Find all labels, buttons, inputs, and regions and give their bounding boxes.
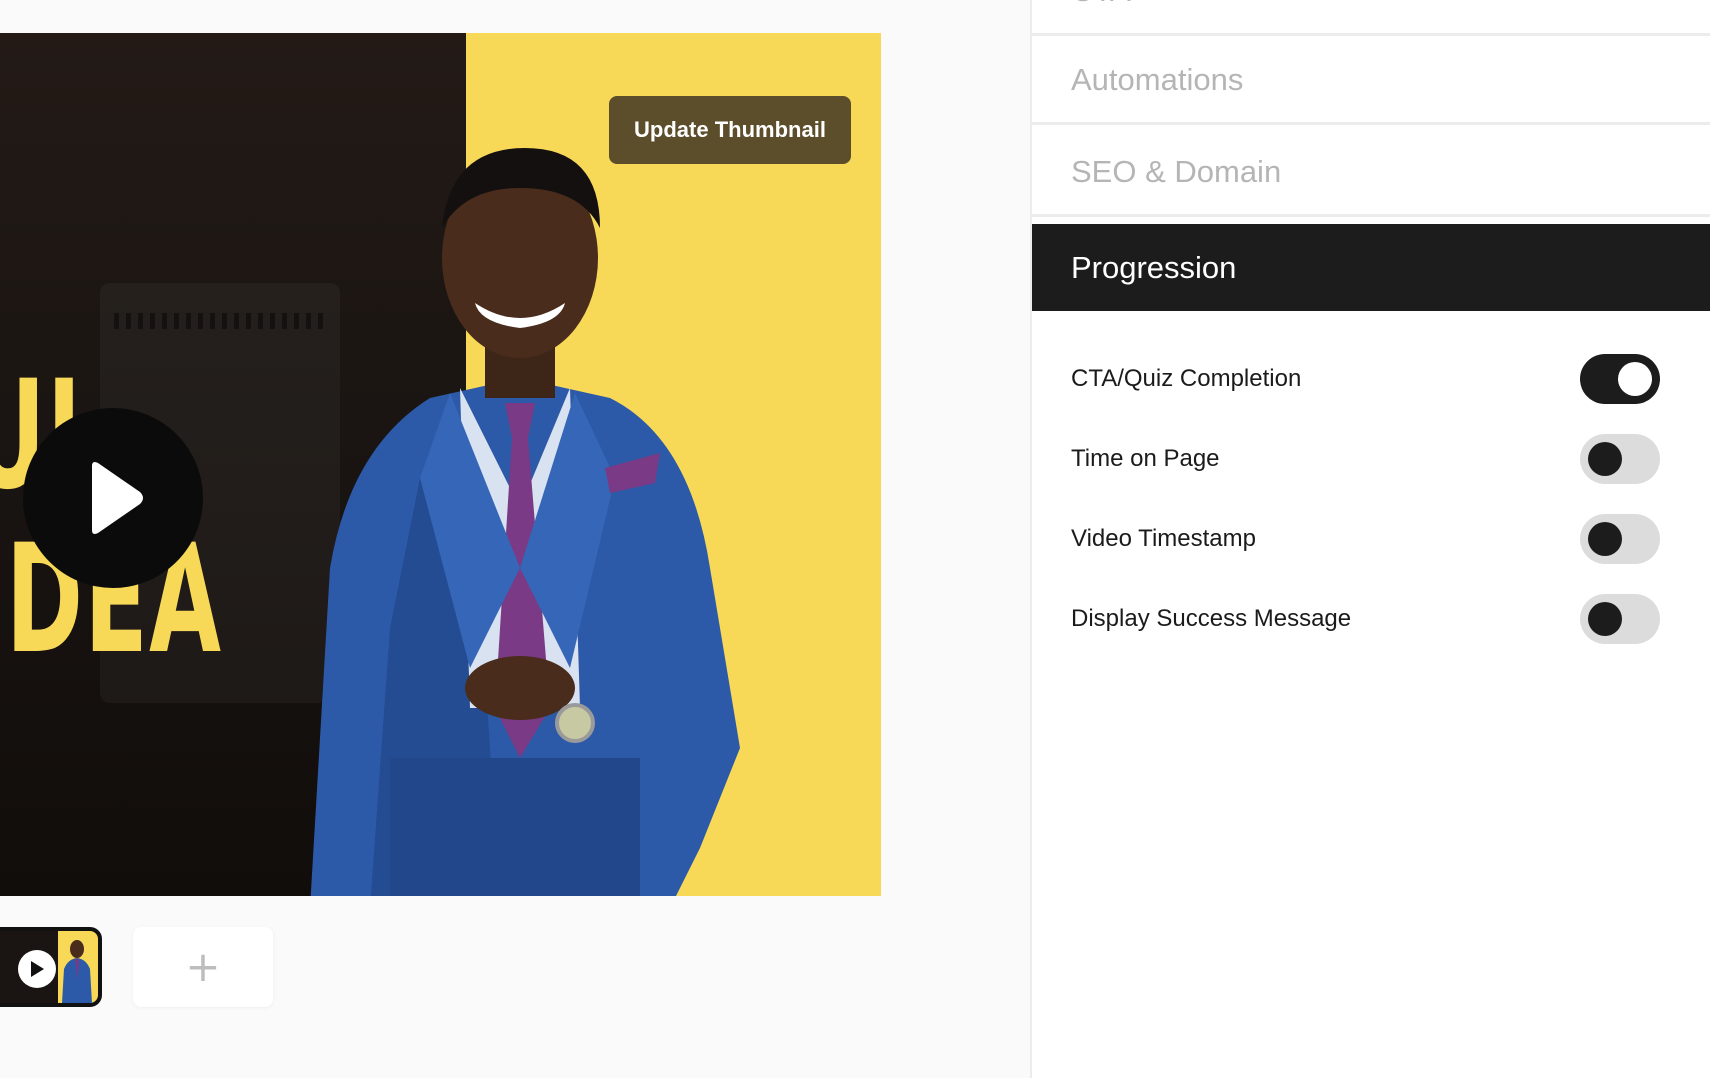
progression-option-success-message: Display Success Message: [1032, 589, 1710, 649]
time-on-page-toggle[interactable]: [1580, 434, 1660, 484]
cta-quiz-completion-toggle[interactable]: [1580, 354, 1660, 404]
settings-panel: CTA Automations SEO & Domain Progression…: [1032, 0, 1710, 1078]
progression-option-video-timestamp: Video Timestamp: [1032, 509, 1710, 569]
presenter-mini-image: [62, 940, 92, 1003]
video-timestamp-toggle[interactable]: [1580, 514, 1660, 564]
accordion-automations[interactable]: Automations: [1032, 37, 1710, 125]
video-thumbnail-item[interactable]: [0, 927, 102, 1007]
presenter-image: [310, 148, 740, 896]
update-thumbnail-button[interactable]: Update Thumbnail: [609, 96, 851, 164]
video-preview-area: UI IDEA: [0, 0, 1030, 1078]
display-success-message-toggle[interactable]: [1580, 594, 1660, 644]
accordion-progression[interactable]: Progression: [1032, 224, 1710, 311]
option-label: Display Success Message: [1071, 605, 1352, 632]
video-thumbnail[interactable]: UI IDEA: [0, 33, 881, 896]
play-icon: [18, 950, 56, 988]
play-icon: [92, 462, 143, 534]
progression-option-cta-quiz: CTA/Quiz Completion: [1032, 349, 1710, 409]
option-label: Video Timestamp: [1071, 525, 1256, 552]
play-button[interactable]: [23, 408, 203, 588]
option-label: CTA/Quiz Completion: [1071, 365, 1302, 392]
plus-icon: +: [185, 942, 221, 991]
progression-option-time-on-page: Time on Page: [1032, 429, 1710, 489]
add-video-button[interactable]: +: [133, 927, 273, 1007]
accordion-seo-domain[interactable]: SEO & Domain: [1032, 129, 1710, 217]
option-label: Time on Page: [1071, 445, 1220, 472]
accordion-cta[interactable]: CTA: [1032, 0, 1710, 36]
